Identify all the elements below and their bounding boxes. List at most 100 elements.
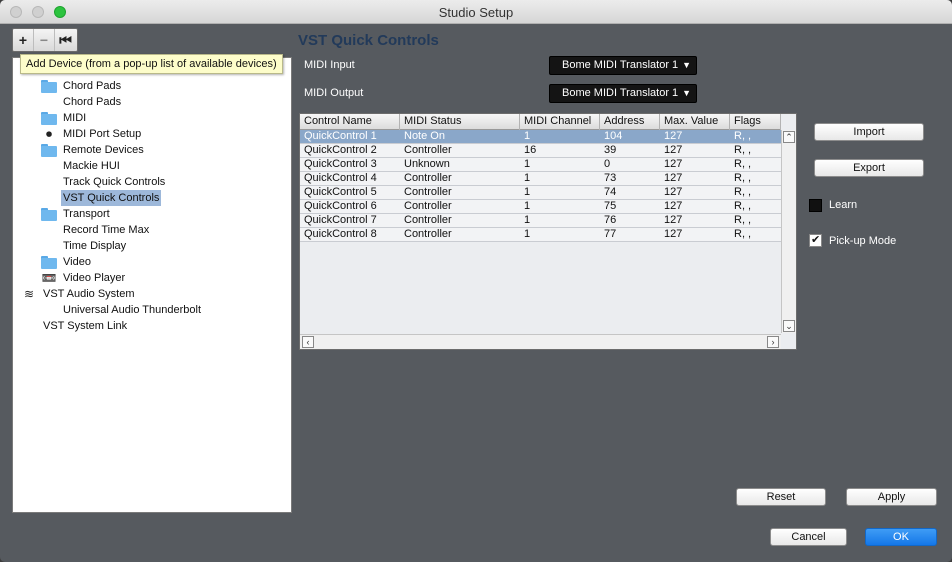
table-row[interactable]: QuickControl 2 Controller 16 39 127 R, , [300,144,781,158]
table-cell[interactable]: 1 [520,228,600,241]
table-cell[interactable]: 73 [600,172,660,185]
tree-item[interactable]: VST Quick Controls [61,190,162,206]
table-cell[interactable]: 76 [600,214,660,227]
table-cell[interactable]: QuickControl 2 [300,144,400,157]
table-cell[interactable]: QuickControl 8 [300,228,400,241]
tree-item[interactable]: MIDI [41,110,88,126]
table-row[interactable]: QuickControl 7 Controller 1 76 127 R, , [300,214,781,228]
horizontal-scrollbar[interactable]: ‹ › [300,334,781,349]
table-cell[interactable]: Note On [400,130,520,143]
add-device-button[interactable]: + [13,29,34,51]
tree-item[interactable]: Track Quick Controls [61,174,167,190]
tree-item[interactable]: Universal Audio Thunderbolt [61,302,203,318]
dropdown-arrow-icon: ▼ [682,60,691,70]
tree-item[interactable]: Transport [41,206,112,222]
tree-item[interactable]: Mackie HUI [61,158,122,174]
cancel-button[interactable]: Cancel [770,528,847,546]
table-cell[interactable]: QuickControl 7 [300,214,400,227]
table-cell[interactable]: 127 [660,130,730,143]
table-cell[interactable]: Controller [400,214,520,227]
table-cell[interactable]: Controller [400,172,520,185]
tree-item[interactable]: 📼 Video Player [41,270,127,286]
table-cell[interactable]: QuickControl 4 [300,172,400,185]
column-header[interactable]: Flags [730,114,781,130]
table-cell[interactable]: R, , [730,130,781,143]
ok-button[interactable]: OK [865,528,937,546]
table-row[interactable]: QuickControl 1 Note On 1 104 127 R, , [300,130,781,144]
table-cell[interactable]: 74 [600,186,660,199]
table-cell[interactable]: 127 [660,158,730,171]
table-cell[interactable]: R, , [730,186,781,199]
scroll-right-icon[interactable]: › [767,336,779,348]
table-cell[interactable]: 127 [660,186,730,199]
table-row[interactable]: QuickControl 5 Controller 1 74 127 R, , [300,186,781,200]
table-cell[interactable]: 1 [520,172,600,185]
reset-button[interactable]: Reset [736,488,826,506]
table-cell[interactable]: R, , [730,200,781,213]
tree-item[interactable]: Time Display [61,238,128,254]
table-row[interactable]: QuickControl 6 Controller 1 75 127 R, , [300,200,781,214]
table-cell[interactable]: QuickControl 6 [300,200,400,213]
tree-item[interactable]: Record Time Max [61,222,151,238]
remove-device-button[interactable]: − [34,29,55,51]
table-cell[interactable]: QuickControl 1 [300,130,400,143]
table-cell[interactable]: 127 [660,200,730,213]
table-cell[interactable]: 127 [660,172,730,185]
table-row[interactable]: QuickControl 4 Controller 1 73 127 R, , [300,172,781,186]
pickup-mode-checkbox[interactable] [809,233,822,247]
table-cell[interactable]: R, , [730,172,781,185]
tree-item[interactable]: Remote Devices [41,142,146,158]
tree-item[interactable]: Chord Pads [61,94,123,110]
table-cell[interactable]: 39 [600,144,660,157]
table-cell[interactable]: R, , [730,228,781,241]
table-cell[interactable]: 127 [660,214,730,227]
folder-icon [41,79,57,93]
scroll-left-icon[interactable]: ‹ [302,336,314,348]
table-cell[interactable]: Unknown [400,158,520,171]
table-cell[interactable]: 16 [520,144,600,157]
table-cell[interactable]: 1 [520,200,600,213]
table-cell[interactable]: 127 [660,144,730,157]
tree-item-label: MIDI [63,112,87,124]
tree-item[interactable]: ≋ VST Audio System [21,286,137,302]
column-header[interactable]: MIDI Status [400,114,520,130]
import-button[interactable]: Import [814,123,924,141]
table-cell[interactable]: R, , [730,214,781,227]
tree-item[interactable]: VST System Link [41,318,129,334]
table-row[interactable]: QuickControl 3 Unknown 1 0 127 R, , [300,158,781,172]
table-cell[interactable]: R, , [730,144,781,157]
table-cell[interactable]: QuickControl 3 [300,158,400,171]
reset-device-button[interactable]: ⏮ [55,29,76,51]
table-cell[interactable]: Controller [400,200,520,213]
table-cell[interactable]: 127 [660,228,730,241]
vertical-scrollbar[interactable]: ⌃ ⌄ [781,130,796,333]
column-header[interactable]: Address [600,114,660,130]
table-cell[interactable]: 104 [600,130,660,143]
export-button[interactable]: Export [814,159,924,177]
table-row[interactable]: QuickControl 8 Controller 1 77 127 R, , [300,228,781,242]
table-cell[interactable]: Controller [400,144,520,157]
table-cell[interactable]: QuickControl 5 [300,186,400,199]
column-header[interactable]: Control Name [300,114,400,130]
table-cell[interactable]: 1 [520,158,600,171]
table-cell[interactable]: 1 [520,130,600,143]
table-cell[interactable]: R, , [730,158,781,171]
midi-output-dropdown[interactable]: Bome MIDI Translator 1 ▼ [549,84,697,103]
table-cell[interactable]: Controller [400,186,520,199]
table-cell[interactable]: 0 [600,158,660,171]
table-cell[interactable]: 1 [520,214,600,227]
tree-item[interactable]: Chord Pads [41,78,123,94]
column-header[interactable]: Max. Value [660,114,730,130]
midi-input-dropdown[interactable]: Bome MIDI Translator 1 ▼ [549,56,697,75]
scroll-up-icon[interactable]: ⌃ [783,131,795,143]
table-cell[interactable]: 75 [600,200,660,213]
tree-item[interactable]: Video [41,254,93,270]
learn-checkbox[interactable] [809,199,822,212]
tree-item[interactable]: ⏺ MIDI Port Setup [41,126,143,142]
column-header[interactable]: MIDI Channel [520,114,600,130]
scroll-down-icon[interactable]: ⌄ [783,320,795,332]
table-cell[interactable]: 77 [600,228,660,241]
table-cell[interactable]: Controller [400,228,520,241]
apply-button[interactable]: Apply [846,488,937,506]
table-cell[interactable]: 1 [520,186,600,199]
